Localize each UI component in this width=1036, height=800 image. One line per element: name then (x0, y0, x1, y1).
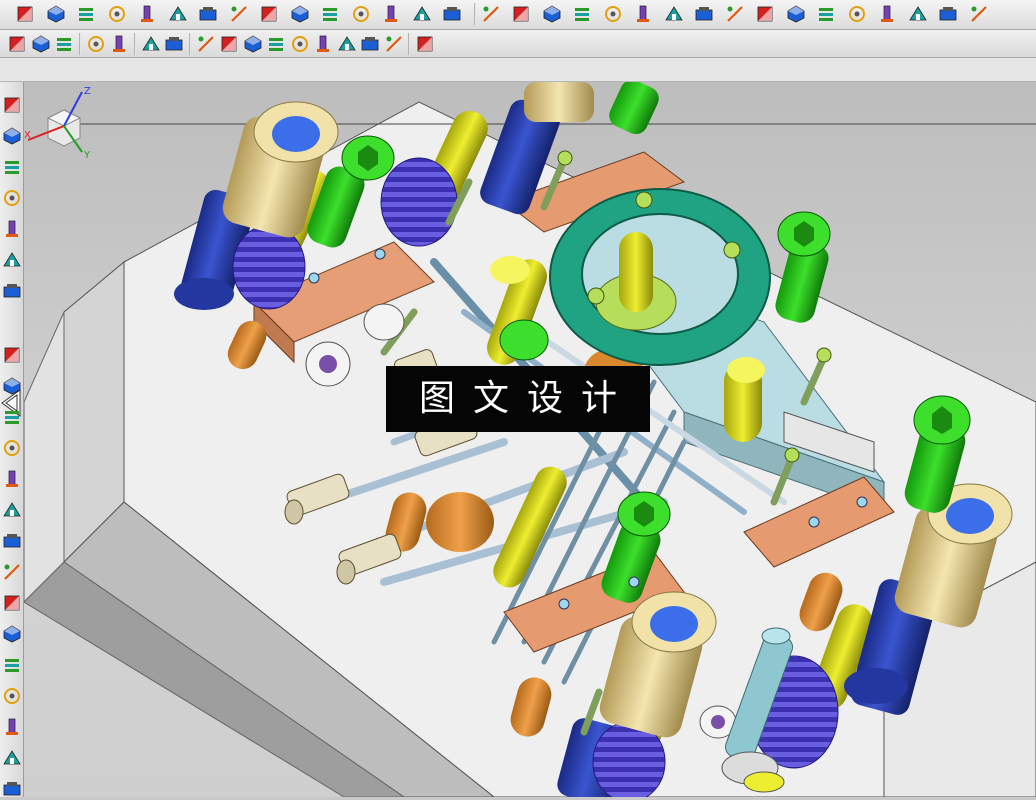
roles-icon[interactable] (1, 156, 23, 178)
cooling-icon[interactable] (876, 3, 898, 25)
view-section-icon[interactable] (167, 3, 189, 25)
command-finder-icon[interactable] (14, 3, 36, 25)
tools-icon[interactable] (693, 3, 715, 25)
runner-icon[interactable] (1, 685, 23, 707)
hot-runner-icon[interactable] (1, 344, 23, 366)
table-icon[interactable] (380, 3, 402, 25)
arc-icon[interactable] (242, 33, 264, 55)
toolbar-separator (78, 33, 81, 55)
curve-icon[interactable] (218, 33, 240, 55)
cross-icon[interactable] (336, 33, 358, 55)
graphics-window[interactable]: 图文设计 Z X Y (24, 82, 1036, 797)
insert-icon[interactable] (1, 499, 23, 521)
ordinate-icon[interactable] (228, 3, 250, 25)
axis-x-label: X (24, 130, 31, 141)
mold-assembly-model (24, 82, 1036, 797)
slash-icon[interactable] (359, 33, 381, 55)
slider-icon[interactable] (907, 3, 929, 25)
constraint-icon[interactable] (541, 3, 563, 25)
layer-visible-icon[interactable] (136, 3, 158, 25)
box-icon[interactable] (602, 3, 624, 25)
view-wire-icon[interactable] (108, 33, 130, 55)
more-dropdown-icon[interactable] (441, 3, 463, 25)
select-type-icon[interactable] (30, 33, 52, 55)
assembly-tree-icon[interactable] (1, 125, 23, 147)
spring-icon[interactable] (1, 406, 23, 428)
circle-center-icon[interactable] (289, 33, 311, 55)
selection-bar (0, 58, 1036, 82)
feature-icon[interactable] (1, 218, 23, 240)
cooling-line-icon[interactable] (1, 468, 23, 490)
component-icon[interactable] (663, 3, 685, 25)
layout-icon[interactable] (754, 3, 776, 25)
grid-icon[interactable] (414, 33, 436, 55)
dimension-icon[interactable] (197, 3, 219, 25)
green-ring (549, 188, 771, 366)
snap-icon[interactable] (45, 3, 67, 25)
rotate-view-icon[interactable] (1, 249, 23, 271)
circle-icon[interactable] (265, 33, 287, 55)
toolbar-separator (188, 33, 191, 55)
mold-icon[interactable] (724, 3, 746, 25)
part-nav-icon[interactable] (480, 3, 502, 25)
bom-icon[interactable] (1, 716, 23, 738)
snap-end-icon[interactable] (163, 33, 185, 55)
snap-point-icon[interactable] (140, 33, 162, 55)
mold-wizard-icon[interactable] (815, 3, 837, 25)
slider-icon[interactable] (1, 623, 23, 645)
resource-palette (0, 82, 24, 797)
axis-z-label: Z (84, 86, 91, 97)
axis-y-label: Y (83, 150, 91, 161)
view-icon[interactable] (383, 33, 405, 55)
assembly-icon[interactable] (510, 3, 532, 25)
csys-icon[interactable] (571, 3, 593, 25)
point-icon[interactable] (312, 33, 334, 55)
electrode-icon[interactable] (1, 592, 23, 614)
ejector-icon[interactable] (846, 3, 868, 25)
gate-icon[interactable] (1, 530, 23, 552)
watermark-banner: 图文设计 (386, 366, 650, 432)
secondary-toolbar (0, 30, 1036, 58)
report-icon[interactable] (937, 3, 959, 25)
cube-icon[interactable] (1, 94, 23, 116)
toolbar-separator (408, 33, 410, 55)
section-icon[interactable] (75, 3, 97, 25)
select-filter-icon[interactable] (6, 33, 28, 55)
rectangle-select-icon[interactable] (53, 33, 75, 55)
main-toolbar (0, 0, 1036, 30)
eject-icon[interactable] (1, 375, 23, 397)
hatch-icon[interactable] (350, 3, 372, 25)
toolbar-separator (133, 33, 136, 55)
measure-icon[interactable] (1, 437, 23, 459)
thread-icon[interactable] (258, 3, 280, 25)
history-icon[interactable] (1, 187, 23, 209)
drawing-icon[interactable] (1, 747, 23, 769)
pocket-icon[interactable] (1, 561, 23, 583)
rotate-icon[interactable] (968, 3, 990, 25)
view-shaded-icon[interactable] (85, 33, 107, 55)
mirror-icon[interactable] (632, 3, 654, 25)
toolbar-separator (473, 3, 476, 25)
line-icon[interactable] (195, 33, 217, 55)
electrode-icon[interactable] (785, 3, 807, 25)
cavity-icon[interactable] (1, 654, 23, 676)
list-icon[interactable] (411, 3, 433, 25)
view-triad-icon[interactable]: Z X Y (24, 82, 114, 162)
layer-icon[interactable] (106, 3, 128, 25)
text-a-icon[interactable] (319, 3, 341, 25)
weld-icon[interactable] (289, 3, 311, 25)
mold-flow-icon[interactable] (1, 280, 23, 302)
